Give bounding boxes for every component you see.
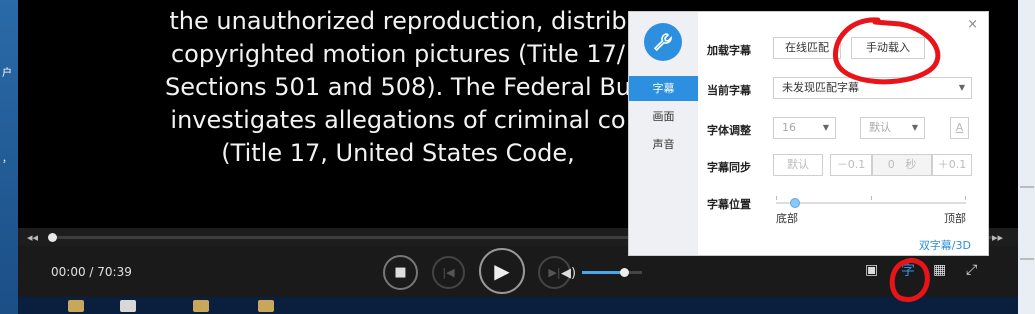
sync-default-button[interactable]: 默认 xyxy=(773,154,823,176)
previous-button[interactable]: |◀ xyxy=(432,256,465,289)
font-style-value: 默认 xyxy=(869,121,891,134)
volume-fill xyxy=(582,271,624,274)
seek-forward-icon[interactable]: ▸▸ xyxy=(992,231,1003,244)
play-icon: ▶ xyxy=(494,259,510,283)
stop-icon: ■ xyxy=(394,265,407,280)
dropdown-icon: ▼ xyxy=(822,123,829,132)
tab-subtitle[interactable]: 字幕 xyxy=(629,76,698,101)
font-color-button[interactable]: A xyxy=(950,117,969,139)
position-min-label: 底部 xyxy=(776,212,798,225)
fullscreen-icon[interactable]: ⤢ xyxy=(966,262,977,278)
desktop-right-edge xyxy=(1018,0,1035,314)
sync-unit: 秒 xyxy=(905,158,917,171)
slider-tick xyxy=(776,196,777,200)
sync-plus-button[interactable]: ＋0.1 xyxy=(932,154,972,176)
screenshot-icon[interactable]: ▣ xyxy=(865,262,878,278)
play-button[interactable]: ▶ xyxy=(479,248,525,294)
font-adjust-label: 字体调整 xyxy=(707,124,751,137)
panel-sidebar: 字幕 画面 声音 xyxy=(629,12,698,255)
sync-value: 0 xyxy=(887,158,895,171)
sync-minus-button[interactable]: －0.1 xyxy=(830,154,872,176)
dropdown-icon: ▼ xyxy=(958,83,965,92)
wrench-icon xyxy=(644,23,682,61)
tab-picture[interactable]: 画面 xyxy=(629,104,698,129)
manual-load-button[interactable]: 手动载入 xyxy=(851,37,925,59)
dual-subtitle-link[interactable]: 双字幕/3D xyxy=(919,237,971,253)
slider-tick xyxy=(871,196,872,200)
dropdown-icon: ▼ xyxy=(911,123,918,132)
desktop-left-edge: 户 ， xyxy=(0,0,18,314)
position-max-label: 顶部 xyxy=(944,212,966,225)
next-icon: ▶| xyxy=(548,266,561,279)
close-icon[interactable]: × xyxy=(967,17,978,32)
taskbar-icon[interactable] xyxy=(120,300,136,312)
subtitle-button[interactable]: 字 xyxy=(897,260,919,282)
taskbar-icon[interactable] xyxy=(258,300,274,312)
subtitle-sync-label: 字幕同步 xyxy=(707,161,751,174)
subtitle-settings-panel: 字幕 画面 声音 × 加载字幕 在线匹配 手动载入 当前字幕 未发现匹配字幕 ▼… xyxy=(628,11,989,256)
current-subtitle-label: 当前字幕 xyxy=(707,84,751,97)
volume-knob[interactable] xyxy=(620,268,629,277)
subtitle-icon: 字 xyxy=(901,263,915,279)
volume-icon[interactable]: ◀) xyxy=(561,266,576,281)
current-subtitle-value: 未发现匹配字幕 xyxy=(782,81,859,94)
subtitle-position-knob[interactable] xyxy=(790,198,800,208)
slider-tick xyxy=(965,196,966,200)
subtitle-position-slider[interactable] xyxy=(776,196,966,208)
seek-knob[interactable] xyxy=(48,233,57,242)
desktop-label: 户 xyxy=(2,68,12,79)
time-display: 00:00 / 70:39 xyxy=(51,265,132,279)
font-size-value: 16 xyxy=(782,121,796,134)
taskbar-icon[interactable] xyxy=(68,300,84,312)
seek-back-icon[interactable]: ◂◂ xyxy=(27,231,38,244)
online-match-button[interactable]: 在线匹配 xyxy=(773,37,841,59)
taskbar-icon[interactable] xyxy=(193,300,209,312)
font-style-select[interactable]: 默认 ▼ xyxy=(860,117,925,139)
current-subtitle-select[interactable]: 未发现匹配字幕 ▼ xyxy=(773,77,972,99)
divider xyxy=(1020,258,1034,260)
layout-icon[interactable]: ▦ xyxy=(933,262,946,278)
previous-icon: |◀ xyxy=(442,266,455,279)
load-subtitle-label: 加载字幕 xyxy=(707,44,751,57)
tab-audio[interactable]: 声音 xyxy=(629,132,698,157)
subtitle-position-label: 字幕位置 xyxy=(707,198,751,211)
sync-value-field[interactable]: 0 秒 xyxy=(872,154,932,176)
volume-slider[interactable] xyxy=(582,268,642,277)
taskbar xyxy=(18,297,1018,314)
stop-button[interactable]: ■ xyxy=(383,255,418,290)
divider xyxy=(1020,186,1034,188)
desktop-label: ， xyxy=(2,154,12,165)
font-size-select[interactable]: 16 ▼ xyxy=(773,117,836,139)
